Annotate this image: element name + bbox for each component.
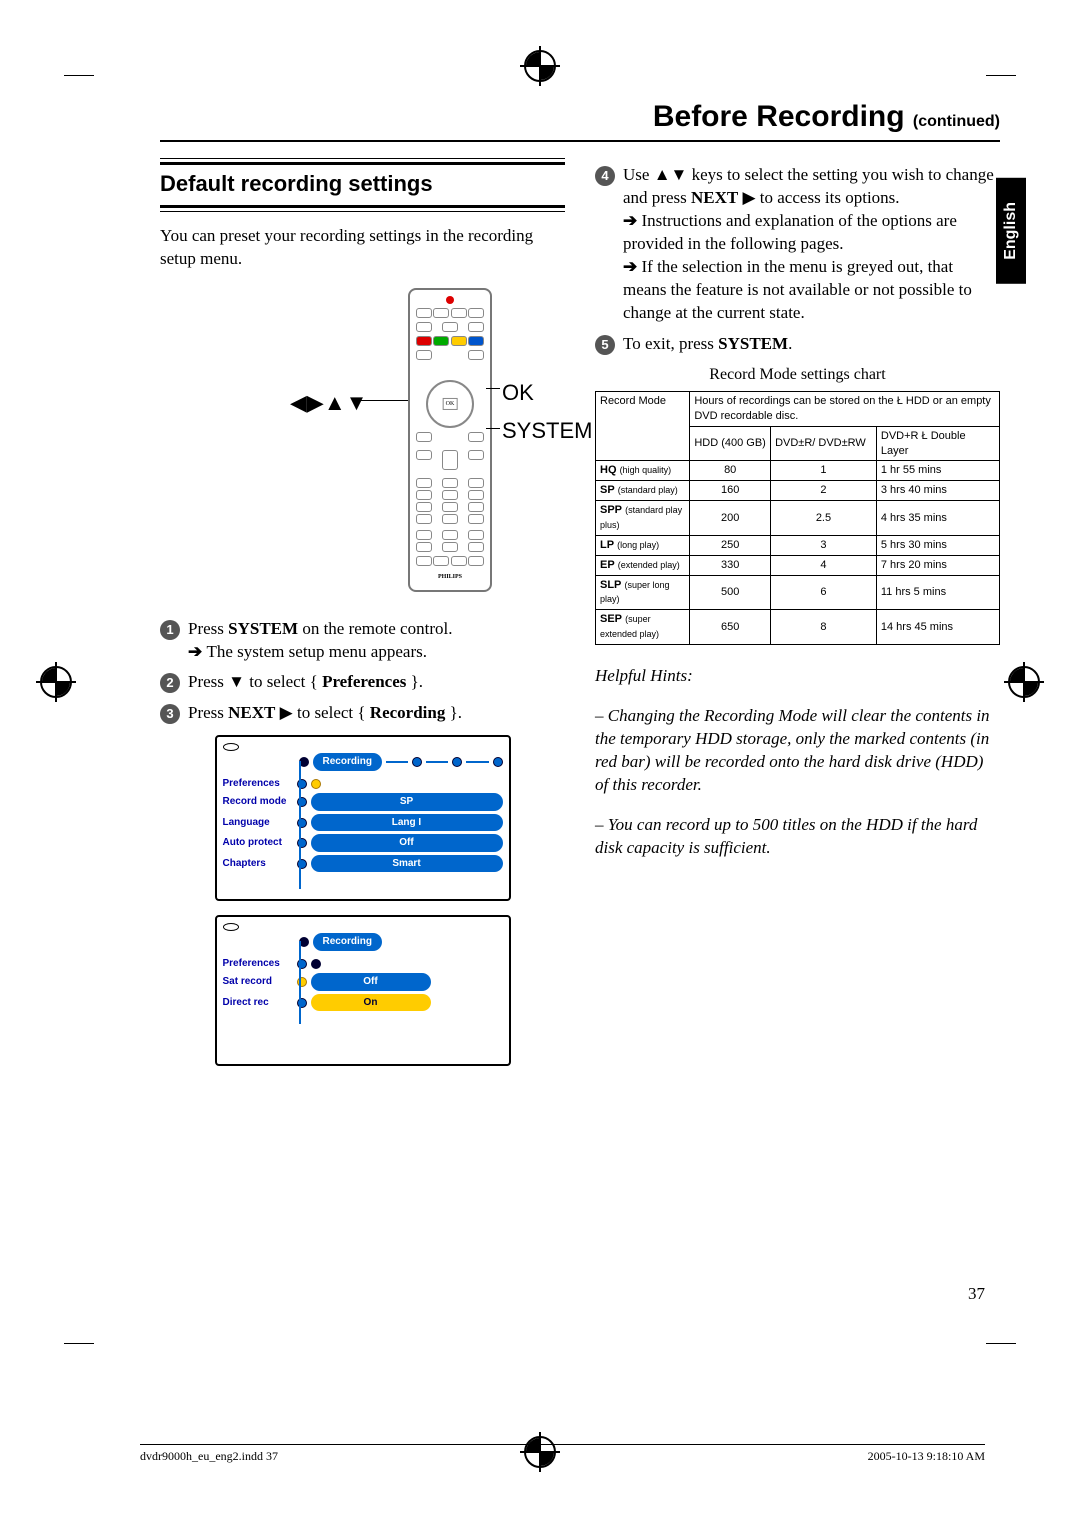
table-row: HQ (high quality)8011 hr 55 mins xyxy=(596,461,1000,481)
remote-system-label: SYSTEM xyxy=(502,416,592,446)
crop-line xyxy=(64,75,94,76)
osd2-directrec-value: On xyxy=(311,994,431,1012)
osd1-record-mode-value: SP xyxy=(311,793,503,811)
osd1-language-value: Lang I xyxy=(311,814,503,832)
th-dl: DVD+R Ł Double Layer xyxy=(876,426,999,461)
osd2-header: Recording xyxy=(313,933,382,951)
remote-arrow-keys-label: ◀▶▲▼ xyxy=(290,388,367,418)
table-row: SEP (super extended play)650814 hrs 45 m… xyxy=(596,610,1000,645)
step3-text-c: ▶ to select { xyxy=(275,703,369,722)
osd1-header: Recording xyxy=(313,753,382,771)
osd1-preferences: Preferences xyxy=(223,777,293,791)
table-row: EP (extended play)33047 hrs 20 mins xyxy=(596,555,1000,575)
osd1-language-label: Language xyxy=(223,816,293,830)
step-5: 5 To exit, press SYSTEM. xyxy=(595,333,1000,356)
hints-title: Helpful Hints: xyxy=(595,665,1000,688)
language-tab: English xyxy=(996,178,1026,284)
registration-mark-right xyxy=(1008,666,1040,698)
footer-timestamp: 2005-10-13 9:18:10 AM xyxy=(868,1449,985,1464)
step5-system: SYSTEM xyxy=(718,334,788,353)
osd2-preferences: Preferences xyxy=(223,957,293,971)
remote-ok-label: OK xyxy=(502,378,534,408)
step-1: 1 Press SYSTEM on the remote control. Th… xyxy=(160,618,565,664)
step3-text-e: }. xyxy=(445,703,462,722)
osd-screenshot-2: Recording Preferences Sat record Off Dire… xyxy=(215,915,511,1066)
step4-sub2: If the selection in the menu is greyed o… xyxy=(623,256,1000,325)
step-3: 3 Press NEXT ▶ to select { Recording }. xyxy=(160,702,565,725)
table-row: LP (long play)25035 hrs 30 mins xyxy=(596,535,1000,555)
intro-text: You can preset your recording settings i… xyxy=(160,225,565,271)
table-caption: Record Mode settings chart xyxy=(595,364,1000,386)
step4-text-c: ▶ to access its options. xyxy=(738,188,899,207)
step-number-3: 3 xyxy=(160,704,180,724)
title-continued: (continued) xyxy=(913,113,1000,130)
osd2-directrec-label: Direct rec xyxy=(223,996,293,1010)
registration-mark-top xyxy=(524,50,556,82)
step1-result: The system setup menu appears. xyxy=(188,641,565,664)
footer-filename: dvdr9000h_eu_eng2.indd 37 xyxy=(140,1449,278,1464)
osd1-record-mode-label: Record mode xyxy=(223,795,293,809)
hint-1: – Changing the Recording Mode will clear… xyxy=(595,705,1000,797)
page-number: 37 xyxy=(968,1284,985,1304)
th-hdd: HDD (400 GB) xyxy=(690,426,771,461)
step1-text-c: on the remote control. xyxy=(298,619,452,638)
osd1-chapters-label: Chapters xyxy=(223,857,293,871)
step1-text-a: Press xyxy=(188,619,228,638)
osd1-chapters-value: Smart xyxy=(311,855,503,873)
page-title: Before Recording (continued) xyxy=(160,100,1000,142)
step4-sub1: Instructions and explanation of the opti… xyxy=(623,210,1000,256)
crop-line xyxy=(986,1343,1016,1344)
step5-text-c: . xyxy=(788,334,792,353)
step1-system: SYSTEM xyxy=(228,619,298,638)
osd2-satrecord-label: Sat record xyxy=(223,975,293,989)
step2-preferences: Preferences xyxy=(322,672,406,691)
osd1-autoprotect-label: Auto protect xyxy=(223,836,293,850)
table-row: SPP (standard play plus)2002.54 hrs 35 m… xyxy=(596,501,1000,536)
step-4: 4 Use ▲▼ keys to select the setting you … xyxy=(595,164,1000,325)
step5-text-a: To exit, press xyxy=(623,334,718,353)
step3-recording: Recording xyxy=(370,703,446,722)
osd2-satrecord-value: Off xyxy=(311,973,431,991)
title-main: Before Recording xyxy=(653,100,905,133)
step-number-4: 4 xyxy=(595,166,615,186)
step4-next: NEXT xyxy=(691,188,738,207)
th-record-mode: Record Mode xyxy=(596,392,690,461)
footer: dvdr9000h_eu_eng2.indd 37 2005-10-13 9:1… xyxy=(140,1444,985,1464)
remote-diagram: ◀▶▲▼ OK xyxy=(160,288,565,608)
table-row: SP (standard play)16023 hrs 40 mins xyxy=(596,481,1000,501)
registration-mark-left xyxy=(40,666,72,698)
osd-screenshot-1: Recording Preferences Record mode SP Lang… xyxy=(215,735,511,901)
osd1-autoprotect-value: Off xyxy=(311,834,503,852)
step-2: 2 Press ▼ to select { Preferences }. xyxy=(160,671,565,694)
hint-2: – You can record up to 500 titles on the… xyxy=(595,814,1000,860)
th-dvd: DVD±R/ DVD±RW xyxy=(771,426,877,461)
step2-text-a: Press ▼ to select { xyxy=(188,672,322,691)
step-number-5: 5 xyxy=(595,335,615,355)
step-number-2: 2 xyxy=(160,673,180,693)
section-heading: Default recording settings xyxy=(160,162,565,208)
th-hours: Hours of recordings can be stored on the… xyxy=(690,392,1000,427)
step-number-1: 1 xyxy=(160,620,180,640)
step3-text-a: Press xyxy=(188,703,228,722)
table-row: SLP (super long play)500611 hrs 5 mins xyxy=(596,575,1000,610)
crop-line xyxy=(986,75,1016,76)
record-mode-table: Record Mode Hours of recordings can be s… xyxy=(595,391,1000,645)
step3-next: NEXT xyxy=(228,703,275,722)
step2-text-c: }. xyxy=(406,672,423,691)
crop-line xyxy=(64,1343,94,1344)
